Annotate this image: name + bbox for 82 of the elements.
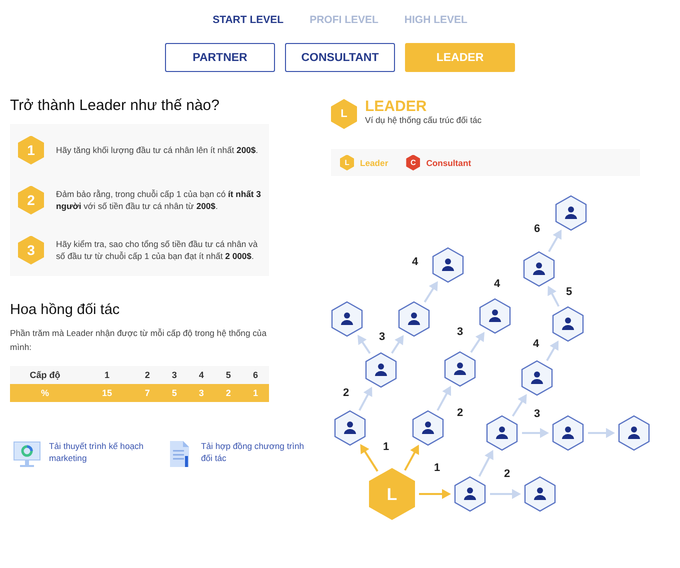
arrow [478,450,494,477]
monitor-icon [13,440,41,468]
arrow [522,428,549,438]
arrow [436,386,452,411]
member-node [618,415,650,451]
arrow [548,286,560,307]
column-header: 4 [188,366,215,384]
column-header: 3 [160,366,188,384]
member-node [454,476,486,512]
legend-label: Consultant [426,158,472,168]
member-node [523,251,555,287]
step-text: Hãy tăng khối lượng đầu tư cá nhân lên ít nhất 200$. [56,144,258,156]
level-label: 1 [382,441,390,453]
table-cell: 7 [134,384,161,402]
table-cell: % [10,384,80,402]
column-header: 6 [242,366,269,384]
section-title: Trở thành Leader như thế nào? [10,97,220,114]
column-header: Cấp độ [10,366,80,384]
member-node [444,351,476,387]
level-label: 2 [504,468,510,480]
member-node [365,352,397,388]
arrow [424,281,438,303]
member-node [486,415,518,451]
level-label: 4 [412,256,418,268]
arrow [490,489,521,499]
arrow [419,489,451,499]
member-node [398,301,430,337]
level-tab[interactable]: START LEVEL [212,9,284,31]
member-node [334,410,366,446]
table-cell: 3 [188,384,215,402]
level-label: 2 [342,387,350,399]
arrow [546,340,559,362]
arrow [360,444,378,472]
member-node [524,476,556,512]
leader-node: L [369,468,415,520]
leader-badge: L [331,99,357,129]
download-link[interactable]: Tải thuyết trình kế hoạch marketing [13,440,153,468]
arrow [548,230,562,252]
level-label: 2 [456,407,464,419]
level-label: 4 [494,278,500,290]
step-text: Đảm bảo rằng, trong chuỗi cấp 1 của bạn có ít nhất 3 người với số tiền đầu tư cá nhân từ 200$. [56,188,261,212]
level-label: 1 [434,462,440,474]
level-label: 3 [534,408,540,420]
step-text: Hãy kiểm tra, sao cho tổng số tiền đầu tư cá nhân và số đầu tư từ chuỗi cấp 1 của bạn đạt ít nhất 2 000$. [56,238,259,262]
table-cell: 2 [214,384,242,402]
level-label: 3 [378,331,386,343]
level-label: 5 [566,286,572,298]
step-number: 1 [18,136,44,164]
level-label: 4 [532,338,540,350]
role-button[interactable]: PARTNER [165,43,275,72]
member-node [432,247,464,283]
member-node [552,306,584,342]
level-label: 3 [456,326,464,338]
column-header: 5 [214,366,242,384]
description-text: Phần trăm mà Leader nhận được từ mỗi cấp độ trong hệ thống của mình: [10,327,268,354]
member-node [521,360,553,396]
member-node [479,298,511,334]
level-label: 6 [534,223,540,235]
table-cell: 5 [160,384,188,402]
arrow [358,386,372,411]
legend-label: Leader [360,158,388,168]
arrow [470,332,485,353]
step-number: 2 [18,186,44,214]
table-cell: 1 [242,384,269,402]
role-button[interactable]: CONSULTANT [285,43,395,72]
diagram-title: LEADER [365,99,428,115]
download-link[interactable]: Tải hợp đồng chương trình đối tác [165,440,305,468]
member-node [412,410,444,446]
step-number: 3 [18,236,44,264]
member-node [552,415,584,451]
arrow [358,334,371,354]
arrow [391,334,404,354]
arrow [404,444,419,471]
diagram-subtitle: Ví dụ hệ thống cấu trúc đối tác [365,115,482,125]
section-title: Hoa hồng đối tác [10,302,121,318]
column-header: 1 [80,366,134,384]
member-node [555,195,587,231]
table-cell: 15 [80,384,134,402]
member-node [331,301,363,337]
arrow [512,394,527,417]
column-header: 2 [134,366,161,384]
arrow [588,428,615,438]
